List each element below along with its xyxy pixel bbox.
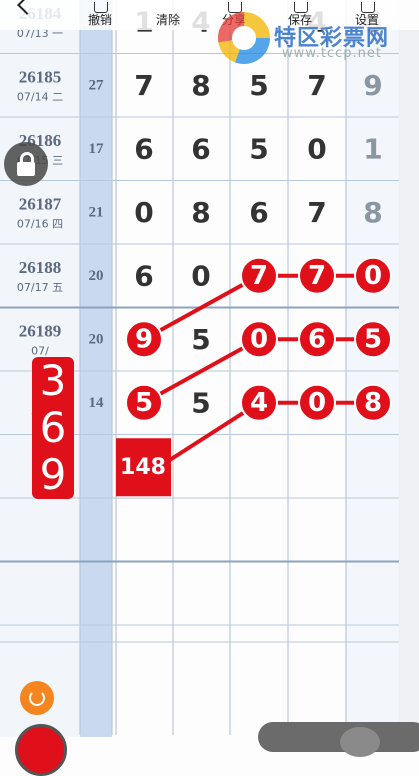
digit-cell: 7 — [307, 69, 326, 102]
highlight-digit: 7 — [250, 261, 268, 291]
issue-number: 26187 — [19, 194, 62, 213]
digit-cell: 7 — [307, 196, 326, 229]
sum-value: 27 — [89, 77, 105, 93]
last-column-bg — [346, 0, 400, 737]
highlight-digit: 0 — [250, 324, 268, 354]
digit-cell: 5 — [191, 323, 210, 356]
digit-cell: 8 — [191, 69, 210, 102]
undo-button[interactable]: 撤销 — [80, 2, 120, 28]
digit-cell: 6 — [191, 132, 210, 165]
settings-icon — [361, 2, 375, 13]
highlight-digit: 9 — [135, 324, 153, 354]
badge-369[interactable]: 3 6 9 — [32, 357, 74, 499]
digit-cell: 6 — [134, 132, 153, 165]
undo-label: 撤销 — [87, 13, 112, 27]
digit-cell: 6 — [134, 259, 153, 292]
issue-date: 07/16 四 — [17, 217, 63, 230]
highlight-digit: 0 — [364, 261, 382, 291]
digit-cell: 9 — [363, 69, 382, 102]
digit-cell: 0 — [307, 132, 326, 165]
highlight-digit: 5 — [135, 388, 153, 418]
sum-value: 17 — [89, 141, 105, 157]
lock-button[interactable] — [4, 142, 48, 186]
bottom-panel-icon — [340, 727, 380, 757]
prediction-value: 148 — [120, 455, 166, 480]
issue-number: 26188 — [19, 258, 62, 277]
digit-cell: 6 — [249, 196, 268, 229]
clear-button[interactable]: 清除 — [148, 11, 188, 28]
digit-cell: 8 — [191, 196, 210, 229]
sum-value: 20 — [89, 268, 104, 284]
undo-icon — [94, 2, 108, 13]
digit-cell: 7 — [134, 69, 153, 102]
issue-date: 07/17 五 — [17, 281, 63, 294]
digit-cell: 5 — [249, 132, 268, 165]
highlight-digit: 6 — [308, 324, 326, 354]
badge-digit: 9 — [39, 450, 67, 500]
issue-date: 07/14 二 — [17, 90, 63, 103]
clear-label: 清除 — [155, 13, 180, 27]
digit-cell: 0 — [191, 259, 210, 292]
sum-value: 21 — [89, 204, 104, 220]
bottom-floating-panel[interactable] — [258, 722, 419, 752]
save-icon — [294, 2, 308, 13]
highlight-digit: 8 — [364, 388, 382, 418]
issue-number: 26185 — [19, 67, 62, 86]
sum-value: 20 — [89, 331, 104, 347]
badge-digit: 6 — [39, 402, 67, 452]
highlight-digit: 5 — [364, 324, 382, 354]
site-logo-icon — [218, 12, 270, 64]
digit-cell: 5 — [191, 386, 210, 419]
refresh-button[interactable] — [20, 681, 54, 715]
digit-cell: 5 — [249, 69, 268, 102]
back-arrow-icon[interactable] — [17, 0, 37, 15]
digit-cell: 8 — [363, 196, 382, 229]
highlight-digit: 4 — [250, 388, 268, 418]
badge-digit: 3 — [39, 355, 67, 405]
issue-number: 26189 — [19, 321, 62, 340]
bottom-red-button[interactable] — [15, 724, 67, 776]
sum-column-bg — [80, 0, 112, 737]
watermark-url: www.tccp.net — [282, 46, 382, 61]
right-edge-strip — [399, 0, 419, 737]
digit-cell: 1 — [363, 132, 382, 165]
sum-value: 14 — [89, 395, 105, 411]
highlight-digit: 0 — [308, 388, 326, 418]
digit-cell: 0 — [134, 196, 153, 229]
highlight-digit: 7 — [308, 261, 326, 291]
